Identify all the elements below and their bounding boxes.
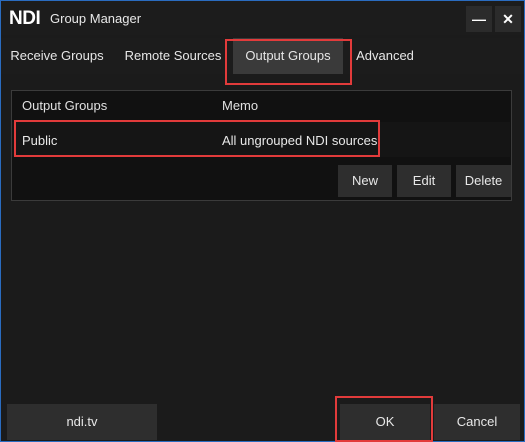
tab-receive-groups[interactable]: Receive Groups — [7, 38, 107, 74]
delete-button[interactable]: Delete — [456, 165, 511, 197]
minimize-icon[interactable]: — — [466, 6, 492, 32]
cancel-button[interactable]: Cancel — [434, 404, 520, 440]
row-memo: All ungrouped NDI sources — [222, 133, 378, 148]
tab-advanced[interactable]: Advanced — [353, 38, 417, 74]
window-title: Group Manager — [50, 11, 142, 26]
ok-button[interactable]: OK — [340, 404, 430, 440]
tab-output-groups[interactable]: Output Groups — [233, 38, 343, 74]
group-manager-window: NDI Group Manager — ✕ Receive Groups Rem… — [0, 0, 525, 442]
ndi-logo: NDI — [9, 8, 41, 29]
column-header-output-groups: Output Groups — [22, 98, 108, 113]
edit-button[interactable]: Edit — [397, 165, 451, 197]
title-bar: NDI Group Manager — ✕ — [1, 1, 524, 35]
tab-bar: Receive Groups Remote Sources Output Gro… — [1, 38, 524, 74]
new-button[interactable]: New — [338, 165, 392, 197]
ndi-tv-link-button[interactable]: ndi.tv — [7, 404, 157, 440]
tab-remote-sources[interactable]: Remote Sources — [121, 38, 225, 74]
row-name: Public — [22, 133, 58, 148]
close-icon[interactable]: ✕ — [495, 6, 521, 32]
column-header-memo: Memo — [222, 98, 259, 113]
